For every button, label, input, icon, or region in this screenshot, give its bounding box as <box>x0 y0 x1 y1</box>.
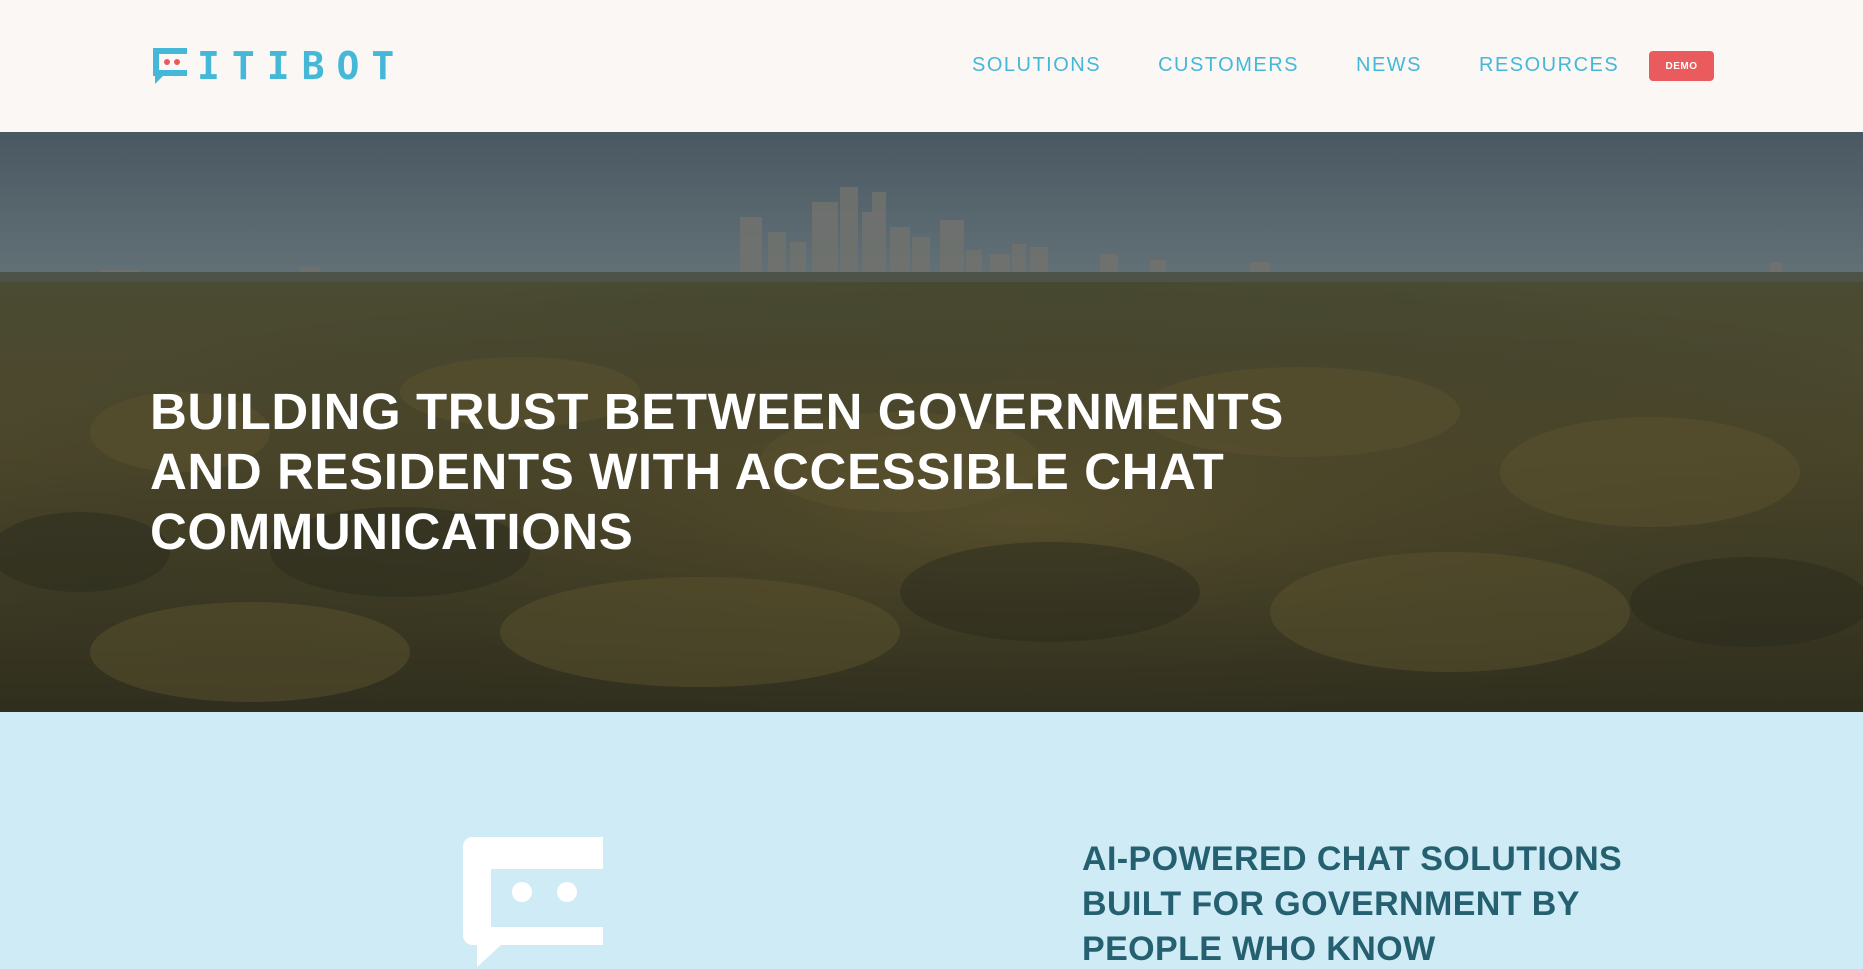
citibot-logo[interactable]: ITIBOT <box>149 46 406 86</box>
nav-resources[interactable]: RESOURCES <box>1479 52 1619 78</box>
hero-title-line: BUILDING TRUST BETWEEN GOVERNMENTS <box>150 383 1284 440</box>
nav-customers[interactable]: CUSTOMERS <box>1158 52 1299 78</box>
hero-title-line: AND RESIDENTS WITH ACCESSIBLE CHAT <box>150 443 1225 500</box>
site-header: ITIBOT SOLUTIONS CUSTOMERS NEWS RESOURCE… <box>0 0 1863 132</box>
nav-solutions[interactable]: SOLUTIONS <box>972 52 1101 78</box>
chat-bubble-icon <box>463 837 603 967</box>
hero-title-line: COMMUNICATIONS <box>150 503 634 560</box>
feature-section: AI-POWERED CHAT SOLUTIONS BUILT FOR GOVE… <box>0 712 1863 969</box>
demo-button[interactable]: DEMO <box>1649 51 1714 81</box>
chat-bubble-logo-icon <box>153 48 187 84</box>
nav-news[interactable]: NEWS <box>1356 52 1422 78</box>
feature-title: AI-POWERED CHAT SOLUTIONS BUILT FOR GOVE… <box>1082 837 1702 969</box>
feature-title-line: AI-POWERED CHAT SOLUTIONS <box>1082 840 1623 878</box>
main-nav: SOLUTIONS CUSTOMERS NEWS RESOURCES <box>972 52 1619 78</box>
hero-title: BUILDING TRUST BETWEEN GOVERNMENTS AND R… <box>150 382 1350 562</box>
feature-title-line: BUILT FOR GOVERNMENT BY <box>1082 885 1580 923</box>
feature-title-line: PEOPLE WHO KNOW <box>1082 930 1436 968</box>
hero-banner: BUILDING TRUST BETWEEN GOVERNMENTS AND R… <box>0 132 1863 712</box>
logo-wordmark: ITIBOT <box>197 44 407 88</box>
